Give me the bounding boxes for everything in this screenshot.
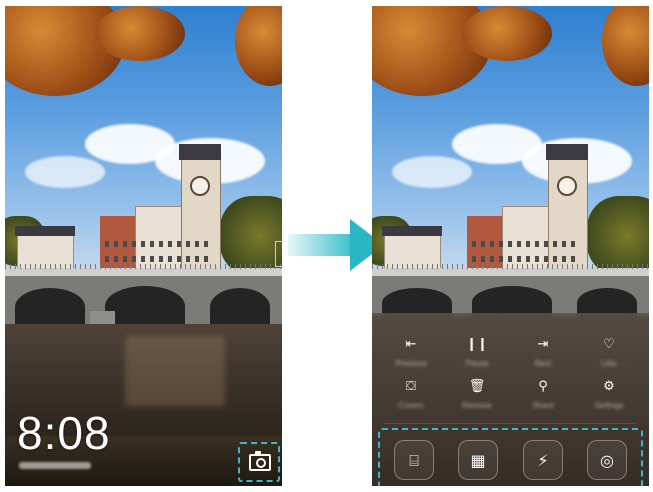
bridge-railing bbox=[5, 264, 282, 269]
lock-time: 8:08 bbox=[17, 407, 111, 459]
share-label: Share bbox=[532, 401, 554, 410]
recorder-icon: ⌸ bbox=[409, 451, 419, 470]
autumn-foliage bbox=[95, 6, 185, 61]
reflection bbox=[125, 336, 225, 406]
remove-button[interactable]: 🗑 Remove bbox=[444, 379, 510, 417]
quick-control-panel: ⇤ Previous ❙❙ Pause ⇥ Next ♡ Like ⛋ Cove… bbox=[372, 313, 649, 486]
autumn-foliage bbox=[462, 6, 552, 61]
music-controls-grid: ⇤ Previous ❙❙ Pause ⇥ Next ♡ Like ⛋ Cove… bbox=[378, 337, 643, 417]
like-button[interactable]: ♡ Like bbox=[576, 337, 642, 375]
camera-shortcut-button[interactable] bbox=[238, 442, 280, 482]
shortcut-bar: ⌸ ▦ ⚡ ◎ bbox=[378, 428, 643, 486]
bridge-arch bbox=[15, 288, 85, 326]
transition-arrow bbox=[288, 234, 352, 256]
previous-label: Previous bbox=[395, 359, 427, 368]
previous-icon: ⇤ bbox=[405, 337, 417, 352]
roof bbox=[15, 226, 75, 236]
bridge-railing bbox=[372, 264, 649, 269]
bridge-deck bbox=[5, 268, 282, 276]
windows bbox=[105, 241, 210, 247]
remove-label: Remove bbox=[462, 401, 492, 410]
camera-shortcut-button[interactable]: ◎ bbox=[587, 440, 627, 480]
tower-roof bbox=[179, 144, 221, 160]
bridge-arch bbox=[105, 286, 185, 326]
roof bbox=[382, 226, 442, 236]
next-button[interactable]: ⇥ Next bbox=[510, 337, 576, 375]
cloud bbox=[25, 156, 105, 188]
flashlight-icon: ⚡ bbox=[537, 451, 549, 470]
share-icon: ⚲ bbox=[538, 379, 548, 394]
pause-icon: ❙❙ bbox=[466, 337, 488, 352]
bridge-arch bbox=[210, 288, 270, 326]
heart-icon: ♡ bbox=[603, 337, 615, 352]
edge-tab[interactable] bbox=[275, 241, 282, 267]
windows bbox=[472, 241, 577, 247]
tower-roof bbox=[546, 144, 588, 160]
lock-screen-right: ⇤ Previous ❙❙ Pause ⇥ Next ♡ Like ⛋ Cove… bbox=[372, 6, 649, 486]
covers-label: Covers bbox=[398, 401, 424, 410]
calculator-shortcut-button[interactable]: ▦ bbox=[458, 440, 498, 480]
camera-icon bbox=[249, 451, 271, 471]
covers-button[interactable]: ⛋ Covers bbox=[378, 379, 444, 417]
windows bbox=[472, 256, 577, 262]
share-button[interactable]: ⚲ Share bbox=[510, 379, 576, 417]
lock-date bbox=[19, 462, 91, 469]
like-label: Like bbox=[601, 359, 617, 368]
bridge-deck bbox=[372, 268, 649, 276]
next-label: Next bbox=[534, 359, 552, 368]
next-icon: ⇥ bbox=[537, 337, 549, 352]
covers-icon: ⛋ bbox=[406, 379, 416, 394]
lock-screen-left: 8:08 bbox=[5, 6, 282, 486]
calculator-icon: ▦ bbox=[470, 451, 486, 470]
cloud bbox=[392, 156, 472, 188]
clock-face bbox=[557, 176, 577, 196]
flashlight-shortcut-button[interactable]: ⚡ bbox=[523, 440, 563, 480]
recorder-shortcut-button[interactable]: ⌸ bbox=[394, 440, 434, 480]
clock-face bbox=[190, 176, 210, 196]
pause-button[interactable]: ❙❙ Pause bbox=[444, 337, 510, 375]
windows bbox=[105, 256, 210, 262]
settings-button[interactable]: ⚙ Settings bbox=[576, 379, 642, 417]
divider bbox=[384, 423, 637, 424]
settings-label: Settings bbox=[594, 401, 624, 410]
pause-label: Pause bbox=[465, 359, 489, 368]
trash-icon: 🗑 bbox=[468, 379, 486, 394]
gear-icon: ⚙ bbox=[603, 379, 615, 394]
camera-icon: ◎ bbox=[600, 451, 614, 470]
previous-button[interactable]: ⇤ Previous bbox=[378, 337, 444, 375]
